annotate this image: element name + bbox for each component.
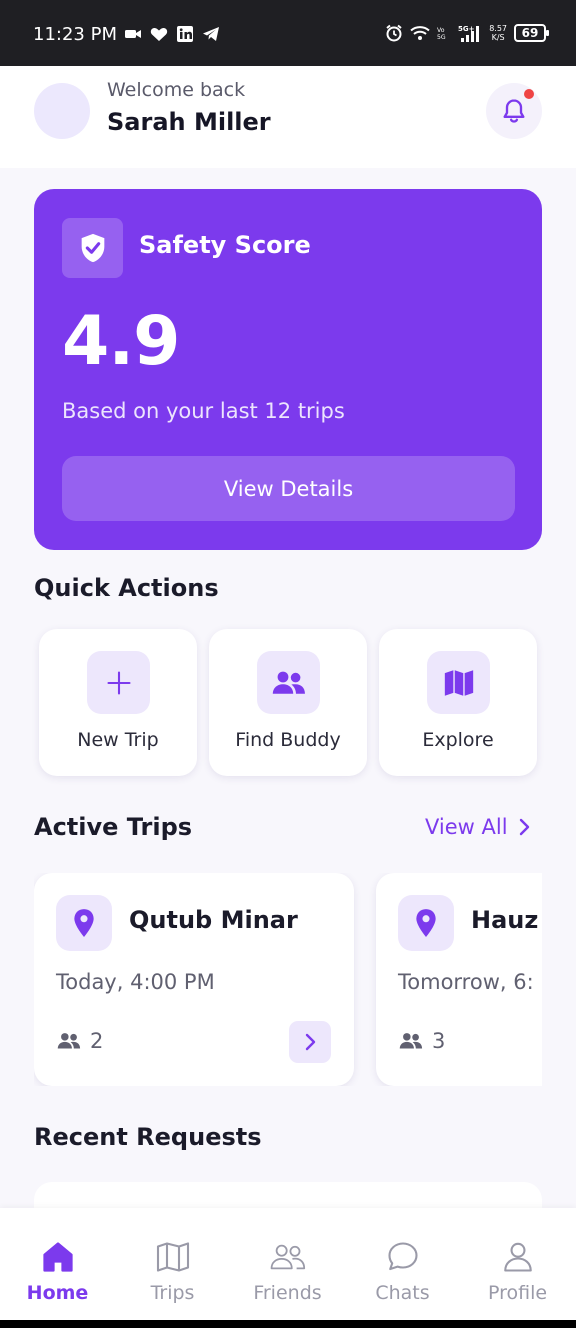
users-icon [57,1033,81,1049]
trip-card[interactable]: Hauz Tomorrow, 6: 3 [376,873,542,1086]
shield-icon-box [62,218,123,278]
nav-chats-label: Chats [375,1282,430,1304]
status-right-icons: Vo 5G 5G+ 8.57 K/S 69 [385,24,549,42]
open-trip-button[interactable] [289,1021,331,1063]
users-icon [272,671,305,694]
user-name: Sarah Miller [107,108,271,136]
chevron-right-icon [519,818,529,836]
find-buddy-label: Find Buddy [235,729,341,751]
explore-button[interactable]: Explore [379,629,537,776]
trip-participant-count: 2 [90,1029,104,1053]
net-speed-value: 8.57 [489,24,507,33]
view-details-button[interactable]: View Details [62,456,515,521]
video-icon [125,30,141,38]
chevron-right-icon [305,1033,316,1051]
home-icon [39,1238,77,1276]
trip-name: Qutub Minar [129,906,298,934]
shield-check-icon [81,233,104,263]
notification-dot [524,89,534,99]
net-speed-unit: K/S [491,33,505,42]
trip-participants: 2 [56,1029,103,1053]
safety-score-subtitle: Based on your last 12 trips [62,399,345,423]
map-icon [444,669,473,696]
trip-pin-box [56,895,112,951]
trip-time: Today, 4:00 PM [56,970,215,994]
notifications-button[interactable] [486,83,542,139]
trip-name: Hauz [471,906,539,934]
new-trip-icon-box [87,651,150,714]
safety-score-value: 4.9 [62,302,180,381]
nav-home[interactable]: Home [0,1208,115,1320]
safety-score-title: Safety Score [139,231,311,259]
nav-trips[interactable]: Trips [115,1208,230,1320]
bell-icon [503,99,525,123]
users-icon [269,1238,307,1276]
status-left-icons [124,26,220,42]
heart-icon [150,27,168,41]
status-time: 11:23 PM [33,24,117,45]
avatar[interactable] [34,83,90,139]
bottom-navigation: Home Trips Friends Chats Profile [0,1208,576,1320]
status-bar: 11:23 PM Vo 5G 5G+ 8.57 K/S 69 [0,0,576,66]
recent-requests-title: Recent Requests [34,1123,262,1151]
active-trips-title: Active Trips [34,813,193,841]
trip-time: Tomorrow, 6: [398,970,534,994]
safety-score-card: Safety Score 4.9 Based on your last 12 t… [34,189,542,550]
map-pin-icon [416,909,436,937]
new-trip-label: New Trip [77,729,159,751]
telegram-icon [203,27,219,41]
explore-label: Explore [422,729,494,751]
nav-friends[interactable]: Friends [230,1208,345,1320]
signal-icon: 5G+ [458,25,480,42]
trip-participant-count: 3 [432,1029,446,1053]
find-buddy-button[interactable]: Find Buddy [209,629,367,776]
battery-indicator: 69 [514,24,549,42]
nav-profile-label: Profile [487,1282,548,1304]
user-icon [499,1238,537,1276]
map-icon [154,1238,192,1276]
new-trip-button[interactable]: New Trip [39,629,197,776]
net-speed: 8.57 K/S [489,24,507,42]
alarm-icon [386,24,402,42]
view-all-label: View All [425,815,508,839]
svg-text:Vo: Vo [437,27,445,34]
nav-home-label: Home [26,1282,89,1304]
active-trips-list[interactable]: Qutub Minar Today, 4:00 PM 2 Hauz Tomorr… [34,873,542,1086]
trip-participants: 3 [398,1029,445,1053]
svg-text:5G: 5G [437,34,446,41]
view-all-link[interactable]: View All [425,815,530,839]
chat-icon [384,1238,422,1276]
find-buddy-icon-box [257,651,320,714]
trip-pin-box [398,895,454,951]
plus-icon [106,670,131,695]
wifi-icon [410,26,430,40]
app-header: Welcome back Sarah Miller [0,66,576,168]
users-icon [399,1033,423,1049]
system-navigation-bar [0,1320,576,1328]
trip-card[interactable]: Qutub Minar Today, 4:00 PM 2 [34,873,354,1086]
welcome-text: Welcome back [107,79,246,101]
explore-icon-box [427,651,490,714]
map-pin-icon [74,909,94,937]
nav-chats[interactable]: Chats [345,1208,460,1320]
nav-profile[interactable]: Profile [460,1208,575,1320]
nav-friends-label: Friends [253,1282,322,1304]
quick-actions-title: Quick Actions [34,574,219,602]
linkedin-icon [177,26,193,42]
volte-icon: Vo5G [437,27,446,41]
nav-trips-label: Trips [150,1282,195,1304]
